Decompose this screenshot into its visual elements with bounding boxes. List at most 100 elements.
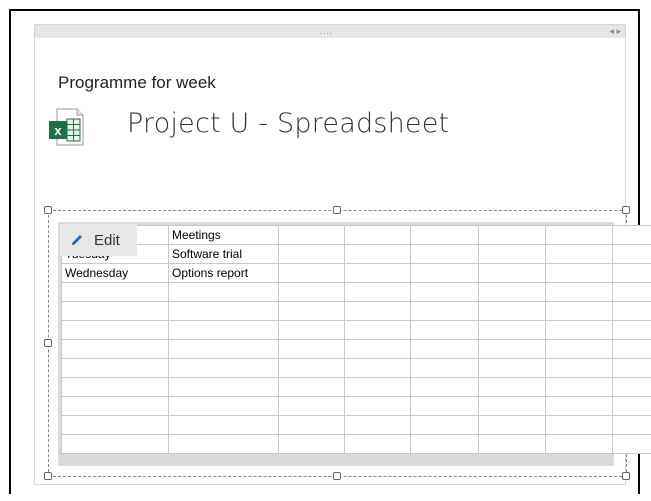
sheet-cell [410, 358, 479, 378]
sheet-cell [410, 244, 479, 264]
sheet-cell [545, 434, 613, 454]
sheet-cell [545, 358, 613, 378]
resize-handle-bottom[interactable] [333, 472, 341, 480]
sheet-cell [545, 396, 613, 416]
table-row [61, 282, 651, 302]
sheet-cell [344, 377, 411, 397]
sheet-cell [545, 301, 613, 321]
edit-button-label: Edit [94, 231, 120, 249]
sheet-cell [545, 415, 613, 435]
excel-icon: x [49, 108, 84, 146]
sheet-cell [168, 415, 279, 435]
sheet-cell: Software trial [168, 244, 279, 264]
table-row [61, 339, 651, 359]
sheet-cell [344, 396, 411, 416]
spreadsheet-grid: MondayMeetingsTuesdaySoftware trialWedne… [61, 225, 651, 454]
sheet-cell [545, 244, 613, 264]
sheet-cell [612, 377, 651, 397]
sheet-cell [410, 301, 479, 321]
sheet-cell [612, 415, 651, 435]
sheet-cell [278, 415, 345, 435]
sheet-cell [344, 263, 411, 283]
resize-handle-bottom-left[interactable] [44, 472, 52, 480]
sheet-cell [344, 225, 411, 245]
table-row [61, 320, 651, 340]
sheet-cell [545, 282, 613, 302]
sheet-cell [612, 320, 651, 340]
sheet-cell [612, 396, 651, 416]
sheet-cell [545, 225, 613, 245]
sheet-cell [410, 282, 479, 302]
sheet-cell [344, 282, 411, 302]
sheet-cell [344, 339, 411, 359]
sheet-cell [168, 396, 279, 416]
sheet-cell [410, 263, 479, 283]
sheet-cell [478, 320, 546, 340]
document-name[interactable]: Project U - Spreadsheet [127, 108, 449, 139]
sheet-cell [410, 434, 479, 454]
resize-handle-top[interactable] [333, 206, 341, 214]
sheet-cell [612, 434, 651, 454]
sheet-cell [278, 377, 345, 397]
sheet-cell [168, 282, 279, 302]
sheet-cell [545, 320, 613, 340]
sheet-cell [612, 263, 651, 283]
sheet-cell [61, 320, 169, 340]
sheet-cell [478, 377, 546, 397]
sheet-cell [478, 263, 546, 283]
sheet-cell [612, 301, 651, 321]
sheet-cell [612, 282, 651, 302]
pencil-icon [72, 235, 82, 245]
sheet-cell [478, 396, 546, 416]
sheet-cell [545, 263, 613, 283]
sheet-cell [278, 282, 345, 302]
sheet-cell [61, 282, 169, 302]
sheet-cell [278, 301, 345, 321]
sheet-cell [344, 244, 411, 264]
sheet-cell [61, 301, 169, 321]
sheet-cell [168, 339, 279, 359]
sheet-cell [278, 225, 345, 245]
table-row [61, 415, 651, 435]
sheet-cell [344, 415, 411, 435]
resize-handle-top-right[interactable] [622, 206, 630, 214]
table-row [61, 434, 651, 454]
resize-handle-bottom-right[interactable] [622, 472, 630, 480]
sheet-cell [612, 358, 651, 378]
sheet-cell [410, 377, 479, 397]
sheet-cell [545, 339, 613, 359]
sheet-cell [612, 244, 651, 264]
sheet-cell [478, 244, 546, 264]
resize-handle-left[interactable] [44, 339, 52, 347]
table-row: TuesdaySoftware trial [61, 244, 651, 264]
drag-grip-icon[interactable]: .... [320, 28, 333, 36]
resize-handle-top-left[interactable] [44, 206, 52, 214]
sheet-cell: Meetings [168, 225, 279, 245]
table-row: MondayMeetings [61, 225, 651, 245]
table-row: Wednesday Options report [61, 263, 651, 283]
resize-arrows-icon[interactable]: ◂ ▸ [609, 26, 621, 36]
sheet-cell [410, 339, 479, 359]
sheet-cell: Options report [168, 263, 279, 283]
sheet-cell [278, 263, 345, 283]
sheet-cell [168, 301, 279, 321]
sheet-cell [278, 358, 345, 378]
web-part-drag-bar[interactable]: .... ◂ ▸ [35, 25, 625, 38]
sheet-cell [278, 244, 345, 264]
table-row [61, 301, 651, 321]
table-row [61, 377, 651, 397]
spreadsheet-preview: MondayMeetingsTuesdaySoftware trialWedne… [58, 222, 651, 466]
sheet-cell [344, 434, 411, 454]
sheet-cell [61, 396, 169, 416]
sheet-cell [61, 434, 169, 454]
sheet-cell [478, 282, 546, 302]
sheet-cell [61, 415, 169, 435]
sheet-cell [612, 339, 651, 359]
sheet-cell [410, 225, 479, 245]
sheet-cell [278, 339, 345, 359]
web-part-title: Programme for week [58, 73, 216, 92]
sheet-cell [168, 434, 279, 454]
sheet-cell: Wednesday [61, 263, 169, 283]
edit-button[interactable]: Edit [60, 224, 137, 256]
sheet-cell [168, 377, 279, 397]
